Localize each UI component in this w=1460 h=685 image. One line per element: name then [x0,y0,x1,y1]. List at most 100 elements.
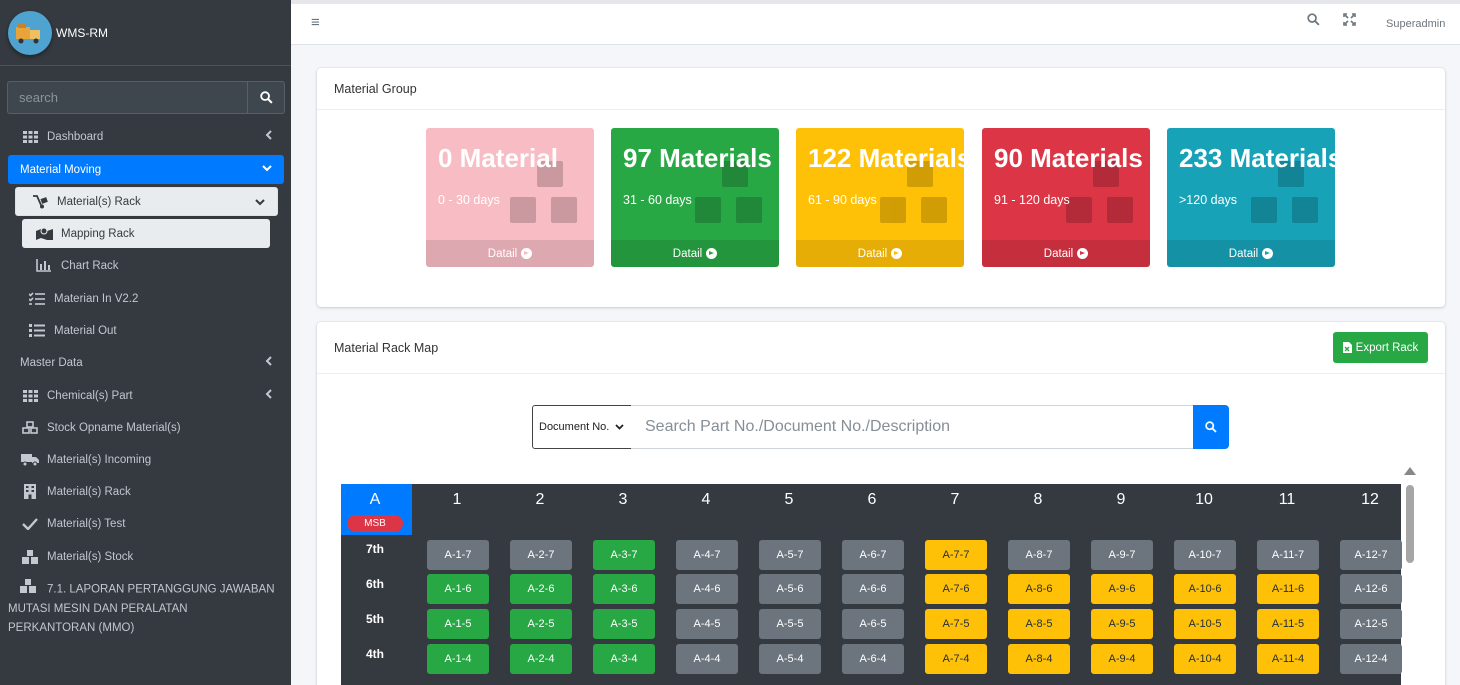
rack-cell[interactable]: A-3-5 [593,609,655,639]
sidebar-item-master-data[interactable]: Master Data [8,348,284,377]
sidebar-item-mapping-rack[interactable]: Mapping Rack [22,219,270,248]
rack-cell[interactable]: A-11-5 [1257,609,1319,639]
rack-cell[interactable]: A-1-4 [427,644,489,674]
rack-cell[interactable]: A-8-7 [1008,540,1070,570]
rack-cell[interactable]: A-9-6 [1091,574,1153,604]
sidebar-item-materials-test[interactable]: Material(s) Test [8,509,284,538]
sidebar-item-label: Chemical(s) Part [47,389,133,402]
detail-link[interactable]: Datail [426,240,594,267]
rack-cell[interactable]: A-12-4 [1340,644,1402,674]
sidebar-item-material-in[interactable]: Materian In V2.2 [15,284,280,313]
rack-cell[interactable]: A-5-5 [759,609,821,639]
rack-cell[interactable]: A-11-4 [1257,644,1319,674]
rack-cell[interactable]: A-3-4 [593,644,655,674]
rack-cell[interactable]: A-2-6 [510,574,572,604]
file-excel-icon [1342,342,1352,353]
rack-cell[interactable]: A-10-7 [1174,540,1236,570]
rack-cell[interactable]: A-6-4 [842,644,904,674]
menu-toggle-icon[interactable]: ≡ [311,14,320,31]
rack-cell[interactable]: A-6-6 [842,574,904,604]
rack-cell[interactable]: A-8-6 [1008,574,1070,604]
rack-cell[interactable]: A-11-6 [1257,574,1319,604]
brand[interactable]: WMS-RM [0,0,291,66]
rack-cell[interactable]: A-8-4 [1008,644,1070,674]
document-type-select[interactable]: Document No. [532,405,632,449]
sidebar-item-materials-incoming[interactable]: Material(s) Incoming [8,445,284,474]
sidebar-item-label: Material Moving [20,163,102,176]
rack-cell[interactable]: A-2-7 [510,540,572,570]
scrollbar-thumb[interactable] [1406,485,1414,563]
sidebar-item-label: Master Data [20,356,83,369]
rack-cell[interactable]: A-7-6 [925,574,987,604]
fullscreen-icon[interactable] [1343,13,1356,29]
rack-cell[interactable]: A-2-4 [510,644,572,674]
rack-cell[interactable]: A-12-6 [1340,574,1402,604]
detail-link[interactable]: Datail [982,240,1150,267]
rack-cell[interactable]: A-7-4 [925,644,987,674]
rack-name: A [369,491,381,508]
rack-cell[interactable]: A-4-6 [676,574,738,604]
rack-cell[interactable]: A-3-7 [593,540,655,570]
user-menu[interactable]: Superadmin [1386,18,1445,30]
sidebar-search: search [7,81,285,114]
rack-cell[interactable]: A-12-5 [1340,609,1402,639]
rack-cell[interactable]: A-1-5 [427,609,489,639]
bar-chart-icon [34,259,54,272]
search-icon[interactable] [1307,13,1320,29]
export-rack-button[interactable]: Export Rack [1333,332,1428,363]
rack-cell[interactable]: A-4-7 [676,540,738,570]
rack-cell[interactable]: A-10-5 [1174,609,1236,639]
sidebar-item-material-out[interactable]: Material Out [15,316,280,345]
rack-cell[interactable]: A-9-5 [1091,609,1153,639]
detail-link[interactable]: Datail [1167,240,1335,267]
search-icon [259,91,273,104]
rack-cell[interactable]: A-5-7 [759,540,821,570]
rack-cell[interactable]: A-7-7 [925,540,987,570]
sidebar-item-stock-opname[interactable]: Stock Opname Material(s) [8,413,284,442]
sidebar-item-chemicals-part[interactable]: Chemical(s) Part [8,381,284,410]
scroll-up-arrow-icon[interactable] [1404,467,1416,475]
rack-cell[interactable]: A-9-4 [1091,644,1153,674]
map-marker-icon [34,227,54,240]
rack-cell[interactable]: A-9-7 [1091,540,1153,570]
sidebar-search-input[interactable]: search [7,81,247,114]
rack-cell[interactable]: A-2-5 [510,609,572,639]
sidebar-search-button[interactable] [247,81,285,114]
chevron-down-icon [262,163,272,175]
rack-cell[interactable]: A-5-6 [759,574,821,604]
rack-cell[interactable]: A-7-5 [925,609,987,639]
rack-cell[interactable]: A-4-5 [676,609,738,639]
rack-cell[interactable]: A-1-6 [427,574,489,604]
age-range: 0 - 30 days [438,193,500,207]
sidebar-item-materials-rack[interactable]: Material(s) Rack [8,477,284,506]
detail-link[interactable]: Datail [611,240,779,267]
rack-cell[interactable]: A-12-7 [1340,540,1402,570]
detail-link[interactable]: Datail [796,240,964,267]
card-title: Material Group [317,68,1445,110]
rack-cell[interactable]: A-5-4 [759,644,821,674]
rack-search-input[interactable]: Search Part No./Document No./Description [631,405,1194,449]
rack-cell[interactable]: A-6-5 [842,609,904,639]
rack-cell[interactable]: A-6-7 [842,540,904,570]
rack-cell[interactable]: A-10-4 [1174,644,1236,674]
brand-title: WMS-RM [56,25,108,40]
sidebar-item-materials-rack-group[interactable]: Material(s) Rack [15,187,278,216]
rack-cell[interactable]: A-4-4 [676,644,738,674]
rack-cell[interactable]: A-3-6 [593,574,655,604]
rack-search-button[interactable] [1193,405,1229,449]
rack-cell[interactable]: A-1-7 [427,540,489,570]
sidebar-item-dashboard[interactable]: Dashboard [8,122,284,151]
sidebar-item-materials-stock[interactable]: Material(s) Stock [8,542,284,571]
check-icon [20,517,40,530]
sidebar-item-laporan[interactable]: 7.1. LAPORAN PERTANGGUNG JAWABAN MUTASI … [8,579,278,638]
building-icon [20,484,40,499]
rack-cell[interactable]: A-11-7 [1257,540,1319,570]
rack-cell[interactable]: A-8-5 [1008,609,1070,639]
sidebar-item-material-moving[interactable]: Material Moving [8,155,284,184]
rack-column-header: 11 [1278,491,1296,508]
sidebar-item-label: Stock Opname Material(s) [47,421,181,434]
list-icon [27,324,47,337]
rack-cell[interactable]: A-10-6 [1174,574,1236,604]
sidebar-item-chart-rack[interactable]: Chart Rack [22,251,272,280]
chevron-down-icon [255,197,265,209]
